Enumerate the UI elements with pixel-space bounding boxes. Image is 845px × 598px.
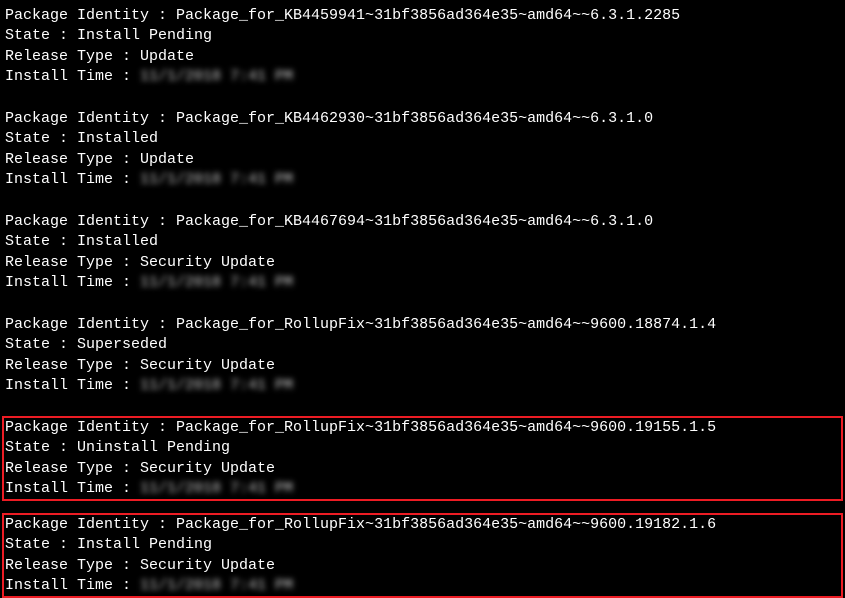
install-time-row: Install Time : 11/1/2018 7:41 PM: [5, 376, 840, 396]
package-identity-row: Package Identity : Package_for_KB4462930…: [5, 109, 840, 129]
state-value: Installed: [77, 129, 158, 149]
release-type-label: Release Type :: [5, 356, 140, 376]
release-type-label: Release Type :: [5, 150, 140, 170]
package-block: Package Identity : Package_for_RollupFix…: [2, 416, 843, 501]
install-time-row: Install Time : 11/1/2018 7:41 PM: [5, 273, 840, 293]
package-identity-label: Package Identity :: [5, 109, 176, 129]
package-identity-row: Package Identity : Package_for_KB4459941…: [5, 6, 840, 26]
release-type-row: Release Type : Security Update: [5, 556, 840, 576]
package-identity-value: Package_for_RollupFix~31bf3856ad364e35~a…: [176, 418, 716, 438]
release-type-row: Release Type : Security Update: [5, 253, 840, 273]
install-time-label: Install Time :: [5, 273, 140, 293]
state-row: State : Uninstall Pending: [5, 438, 840, 458]
state-label: State :: [5, 26, 77, 46]
package-block: Package Identity : Package_for_KB4459941…: [2, 4, 843, 89]
release-type-label: Release Type :: [5, 47, 140, 67]
state-label: State :: [5, 232, 77, 252]
release-type-value: Update: [140, 47, 194, 67]
release-type-value: Security Update: [140, 356, 275, 376]
install-time-value-redacted: 11/1/2018 7:41 PM: [140, 273, 293, 293]
install-time-label: Install Time :: [5, 67, 140, 87]
release-type-value: Security Update: [140, 459, 275, 479]
release-type-label: Release Type :: [5, 459, 140, 479]
package-block: Package Identity : Package_for_KB4467694…: [2, 210, 843, 295]
release-type-row: Release Type : Security Update: [5, 459, 840, 479]
install-time-value-redacted: 11/1/2018 7:41 PM: [140, 376, 293, 396]
state-value: Uninstall Pending: [77, 438, 230, 458]
state-value: Superseded: [77, 335, 167, 355]
install-time-label: Install Time :: [5, 576, 140, 596]
release-type-value: Update: [140, 150, 194, 170]
state-label: State :: [5, 129, 77, 149]
package-identity-label: Package Identity :: [5, 6, 176, 26]
package-block: Package Identity : Package_for_RollupFix…: [2, 313, 843, 398]
install-time-value-redacted: 11/1/2018 7:41 PM: [140, 170, 293, 190]
install-time-value-redacted: 11/1/2018 7:41 PM: [140, 479, 293, 499]
terminal-output: Package Identity : Package_for_KB4459941…: [2, 4, 843, 598]
state-label: State :: [5, 535, 77, 555]
package-identity-label: Package Identity :: [5, 418, 176, 438]
release-type-label: Release Type :: [5, 556, 140, 576]
package-identity-value: Package_for_KB4467694~31bf3856ad364e35~a…: [176, 212, 653, 232]
release-type-value: Security Update: [140, 253, 275, 273]
install-time-row: Install Time : 11/1/2018 7:41 PM: [5, 170, 840, 190]
state-row: State : Superseded: [5, 335, 840, 355]
package-identity-value: Package_for_KB4462930~31bf3856ad364e35~a…: [176, 109, 653, 129]
release-type-row: Release Type : Update: [5, 150, 840, 170]
install-time-label: Install Time :: [5, 170, 140, 190]
package-identity-row: Package Identity : Package_for_RollupFix…: [5, 515, 840, 535]
install-time-value-redacted: 11/1/2018 7:41 PM: [140, 67, 293, 87]
state-row: State : Install Pending: [5, 26, 840, 46]
install-time-label: Install Time :: [5, 376, 140, 396]
state-value: Install Pending: [77, 535, 212, 555]
package-block: Package Identity : Package_for_RollupFix…: [2, 513, 843, 598]
state-row: State : Installed: [5, 129, 840, 149]
state-label: State :: [5, 438, 77, 458]
state-value: Install Pending: [77, 26, 212, 46]
release-type-row: Release Type : Security Update: [5, 356, 840, 376]
package-identity-label: Package Identity :: [5, 212, 176, 232]
install-time-value-redacted: 11/1/2018 7:41 PM: [140, 576, 293, 596]
package-block: Package Identity : Package_for_KB4462930…: [2, 107, 843, 192]
package-identity-label: Package Identity :: [5, 515, 176, 535]
state-value: Installed: [77, 232, 158, 252]
package-identity-value: Package_for_RollupFix~31bf3856ad364e35~a…: [176, 515, 716, 535]
state-row: State : Install Pending: [5, 535, 840, 555]
state-row: State : Installed: [5, 232, 840, 252]
release-type-value: Security Update: [140, 556, 275, 576]
package-identity-row: Package Identity : Package_for_RollupFix…: [5, 315, 840, 335]
package-identity-label: Package Identity :: [5, 315, 176, 335]
package-identity-row: Package Identity : Package_for_KB4467694…: [5, 212, 840, 232]
package-identity-value: Package_for_KB4459941~31bf3856ad364e35~a…: [176, 6, 680, 26]
install-time-label: Install Time :: [5, 479, 140, 499]
state-label: State :: [5, 335, 77, 355]
package-identity-row: Package Identity : Package_for_RollupFix…: [5, 418, 840, 438]
install-time-row: Install Time : 11/1/2018 7:41 PM: [5, 576, 840, 596]
install-time-row: Install Time : 11/1/2018 7:41 PM: [5, 479, 840, 499]
package-identity-value: Package_for_RollupFix~31bf3856ad364e35~a…: [176, 315, 716, 335]
release-type-label: Release Type :: [5, 253, 140, 273]
install-time-row: Install Time : 11/1/2018 7:41 PM: [5, 67, 840, 87]
release-type-row: Release Type : Update: [5, 47, 840, 67]
